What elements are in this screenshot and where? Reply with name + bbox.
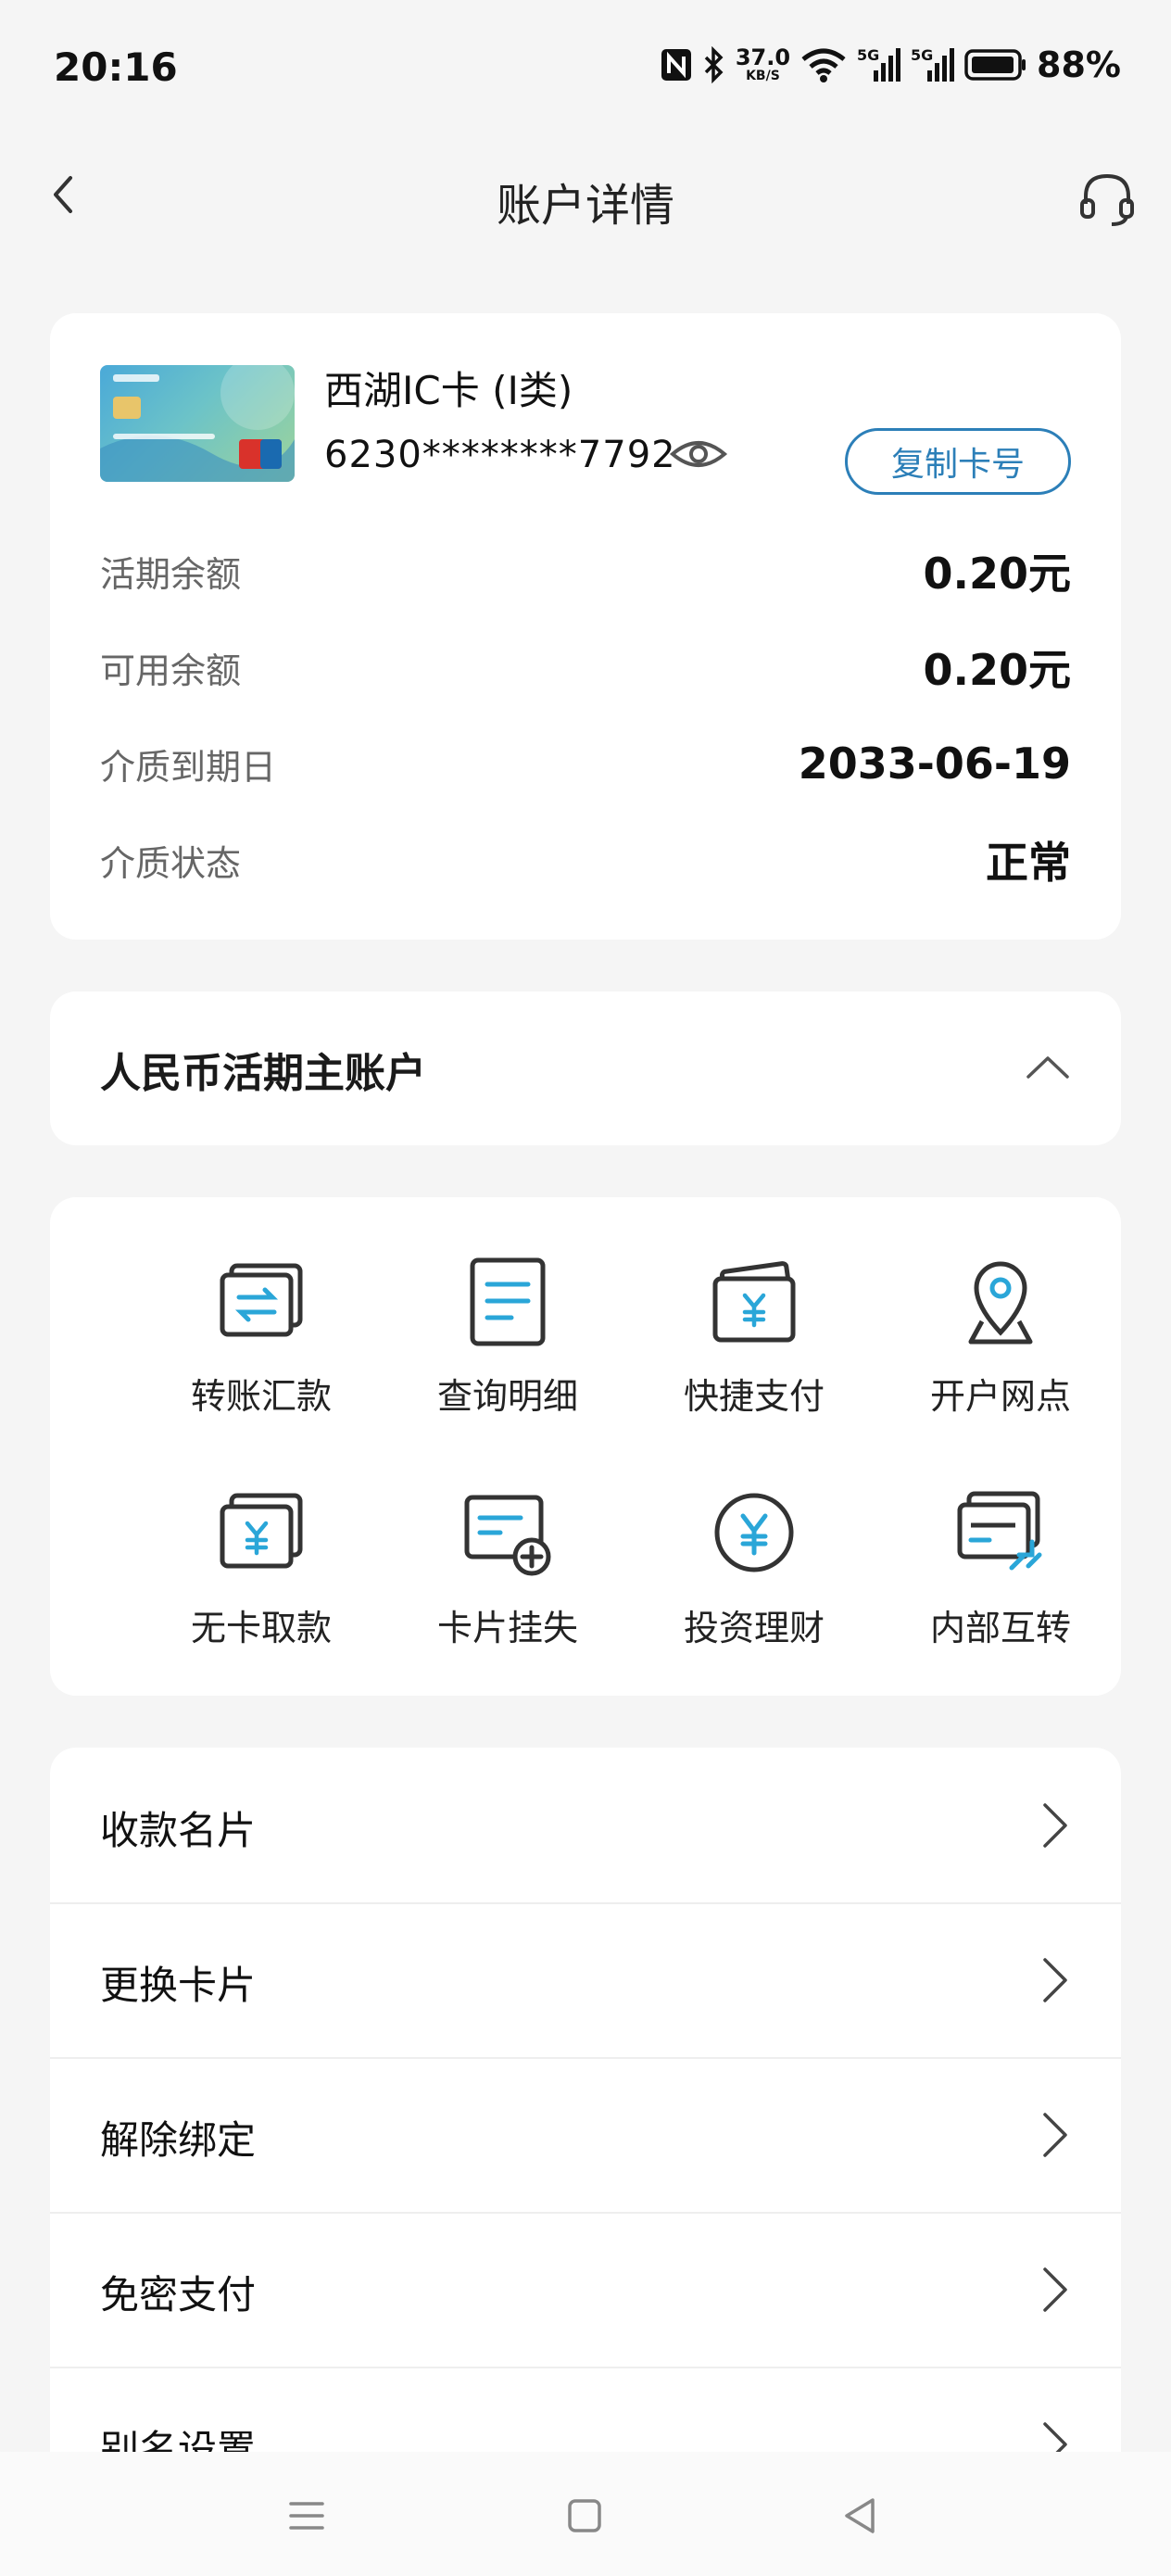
- menu-icon[interactable]: [283, 2493, 330, 2539]
- internal-transfer-icon: [957, 1491, 1042, 1571]
- details-icon: [470, 1257, 546, 1346]
- cardless-withdraw-icon: [220, 1493, 303, 1569]
- signal-1: 5G: [857, 46, 901, 83]
- copy-card-number-button[interactable]: 复制卡号: [845, 428, 1071, 495]
- list-item-payment-card[interactable]: 收款名片: [50, 1748, 1121, 1904]
- info-row: 活期余额 0.20元: [100, 543, 1071, 599]
- battery-percent: 88%: [1037, 44, 1121, 85]
- list-item-label: 收款名片: [100, 1808, 257, 1853]
- info-row: 介质到期日 2033-06-19: [100, 736, 1071, 791]
- info-label: 可用余额: [100, 650, 242, 691]
- info-label: 活期余额: [100, 553, 242, 595]
- info-value: 2033-06-19: [798, 739, 1071, 789]
- action-cardless-withdraw[interactable]: 无卡取款: [141, 1488, 382, 1692]
- eye-icon[interactable]: [669, 434, 728, 474]
- card-name: 西湖IC卡 (I类): [324, 368, 573, 413]
- chevron-up-icon[interactable]: [1025, 1049, 1071, 1086]
- list-item-label: 更换卡片: [100, 1963, 257, 2008]
- yuan-coin-icon: [714, 1493, 794, 1572]
- main-account-section[interactable]: 人民币活期主账户: [50, 991, 1121, 1145]
- action-branch-locator[interactable]: 开户网点: [880, 1256, 1121, 1460]
- nav-bar: 账户详情: [0, 139, 1171, 259]
- action-label: 转账汇款: [190, 1376, 332, 1417]
- account-card: 西湖IC卡 (I类) 6230********7792 复制卡号 活期余额 0.…: [50, 313, 1121, 940]
- action-details[interactable]: 查询明细: [387, 1256, 628, 1460]
- bluetooth-icon: [704, 46, 724, 83]
- action-report-loss[interactable]: 卡片挂失: [387, 1488, 628, 1692]
- info-label: 介质到期日: [100, 746, 277, 788]
- list-item-label: 解除绑定: [100, 2117, 257, 2163]
- action-internal-transfer[interactable]: 内部互转: [880, 1488, 1121, 1692]
- chevron-right-icon: [1043, 2267, 1067, 2312]
- system-nav-bar: [0, 2452, 1171, 2576]
- main-account-title: 人民币活期主账户: [100, 1050, 426, 1097]
- action-label: 内部互转: [929, 1608, 1071, 1648]
- info-row: 可用余额 0.20元: [100, 639, 1071, 695]
- chevron-right-icon: [1043, 2113, 1067, 2157]
- action-quick-pay[interactable]: 快捷支付: [634, 1256, 875, 1460]
- customer-service-icon[interactable]: [1075, 167, 1140, 232]
- signal-bars-icon: [874, 48, 901, 82]
- action-label: 投资理财: [683, 1608, 825, 1648]
- wifi-icon: [801, 48, 846, 82]
- net-speed-unit: KB/S: [746, 69, 780, 83]
- action-label: 无卡取款: [190, 1608, 332, 1648]
- action-transfer[interactable]: 转账汇款: [141, 1256, 382, 1460]
- action-label: 开户网点: [929, 1376, 1071, 1417]
- action-label: 卡片挂失: [436, 1608, 578, 1648]
- info-label: 介质状态: [100, 842, 242, 884]
- quick-pay-icon: [712, 1261, 796, 1343]
- info-row: 介质状态 正常: [100, 832, 1071, 888]
- info-value: 0.20元: [923, 645, 1072, 695]
- chevron-right-icon: [1043, 1803, 1067, 1848]
- signal-2: 5G: [911, 46, 955, 83]
- page-title: 账户详情: [496, 180, 674, 232]
- home-icon[interactable]: [561, 2493, 608, 2539]
- status-bar: 20:16 37.0 KB/S 5G 5G 88%: [0, 0, 1171, 139]
- settings-list: 收款名片 更换卡片 解除绑定 免密支付 别名设置: [50, 1748, 1121, 2572]
- info-value: 0.20元: [923, 549, 1072, 599]
- back-triangle-icon[interactable]: [837, 2493, 884, 2539]
- chevron-right-icon: [1043, 1958, 1067, 2002]
- action-label: 查询明细: [436, 1376, 578, 1417]
- list-item-change-card[interactable]: 更换卡片: [50, 1902, 1121, 2059]
- net-speed-value: 37.0: [735, 44, 791, 70]
- signal-bars-icon: [927, 48, 955, 82]
- location-pin-icon: [968, 1261, 1033, 1345]
- status-icons: 37.0 KB/S 5G 5G 88%: [660, 44, 1121, 85]
- actions-grid: 转账汇款 查询明细 快捷支付 开户网点 无卡取款 卡片挂失 投资理财 内部互转: [50, 1197, 1121, 1696]
- nfc-icon: [661, 49, 691, 81]
- list-item-password-free-pay[interactable]: 免密支付: [50, 2212, 1121, 2368]
- action-investment[interactable]: 投资理财: [634, 1488, 875, 1692]
- battery-icon: [964, 49, 1026, 81]
- card-number: 6230********7792: [324, 434, 676, 476]
- info-value: 正常: [986, 838, 1071, 888]
- action-label: 快捷支付: [683, 1376, 825, 1417]
- card-report-loss-icon: [464, 1495, 551, 1576]
- transfer-icon: [220, 1263, 303, 1337]
- net-speed: 37.0 KB/S: [736, 46, 790, 83]
- status-time: 20:16: [54, 44, 178, 90]
- list-item-unbind[interactable]: 解除绑定: [50, 2057, 1121, 2214]
- card-art-icon: [100, 365, 295, 482]
- list-item-label: 免密支付: [100, 2272, 257, 2317]
- bank-card-image: [100, 365, 295, 482]
